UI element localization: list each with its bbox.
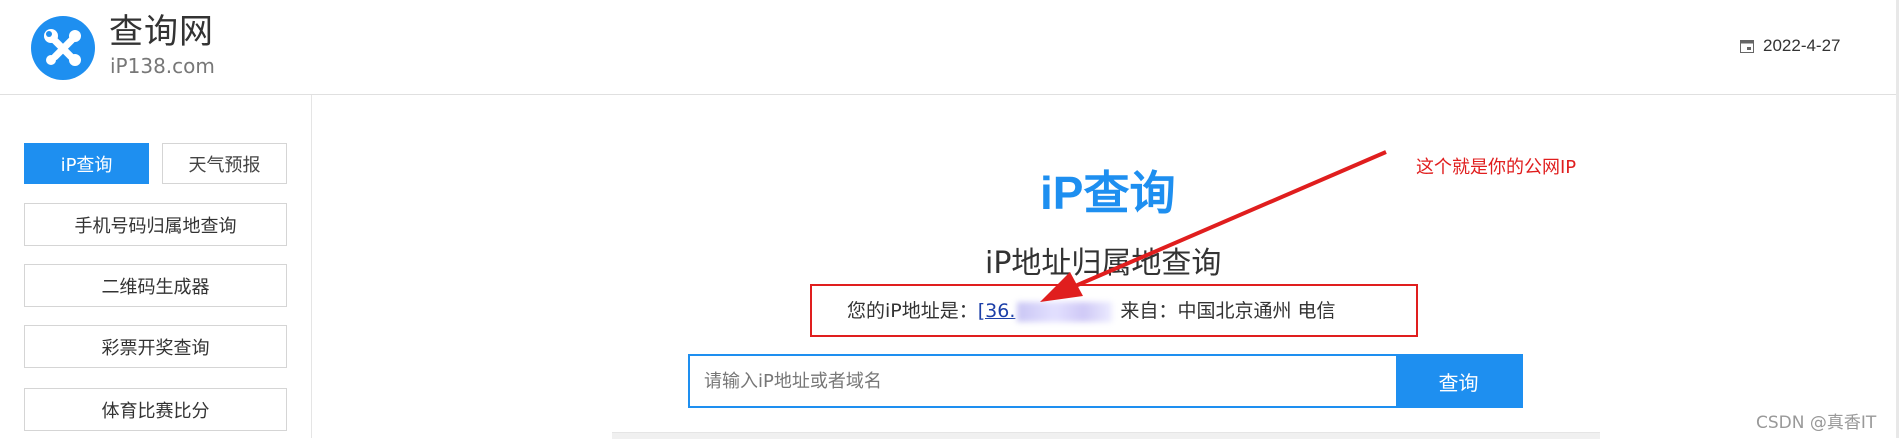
site-header: 查询网 iP138.com 2022-4-27 — [0, 0, 1899, 95]
ip-address-link[interactable]: [36. — [978, 300, 1115, 322]
brand-title: iP查询 — [1040, 167, 1176, 219]
sidebar-item-phone-lookup[interactable]: 手机号码归属地查询 — [24, 203, 287, 246]
calendar-icon — [1740, 40, 1754, 53]
header-date: 2022-4-27 — [1740, 35, 1841, 57]
logo-subtitle[interactable]: iP138.com — [110, 54, 215, 78]
annotation-text: 这个就是你的公网IP — [1416, 157, 1577, 178]
ip-from-label: 来自： — [1114, 300, 1178, 322]
sidebar-item-lottery[interactable]: 彩票开奖查询 — [24, 325, 287, 368]
page-subtitle: iP地址归属地查询 — [985, 246, 1222, 281]
logo-title[interactable]: 查询网 — [109, 12, 214, 52]
ip-search-input[interactable] — [690, 356, 1398, 406]
ip-prefix-label: 您的iP地址是： — [847, 300, 978, 322]
sidebar-item-qrcode[interactable]: 二维码生成器 — [24, 264, 287, 307]
ip-location: 中国北京通州 电信 — [1177, 300, 1336, 322]
date-text: 2022-4-27 — [1763, 36, 1841, 55]
search-box: 查询 — [688, 354, 1523, 408]
sidebar-item-sports[interactable]: 体育比赛比分 — [24, 388, 287, 431]
search-button[interactable]: 查询 — [1396, 356, 1521, 406]
ip-result-line: 您的iP地址是：[36. 来自：中国北京通州 电信 — [847, 299, 1335, 323]
ip-address-value: [36. — [977, 300, 1016, 322]
sidebar-divider — [311, 95, 312, 438]
watermark: CSDN @真香IT — [1756, 413, 1877, 433]
tab-ip-query[interactable]: iP查询 — [24, 143, 149, 184]
logo-tools-icon[interactable] — [31, 16, 95, 80]
tab-weather[interactable]: 天气预报 — [162, 143, 287, 184]
redacted-ip-blur — [1017, 301, 1113, 322]
